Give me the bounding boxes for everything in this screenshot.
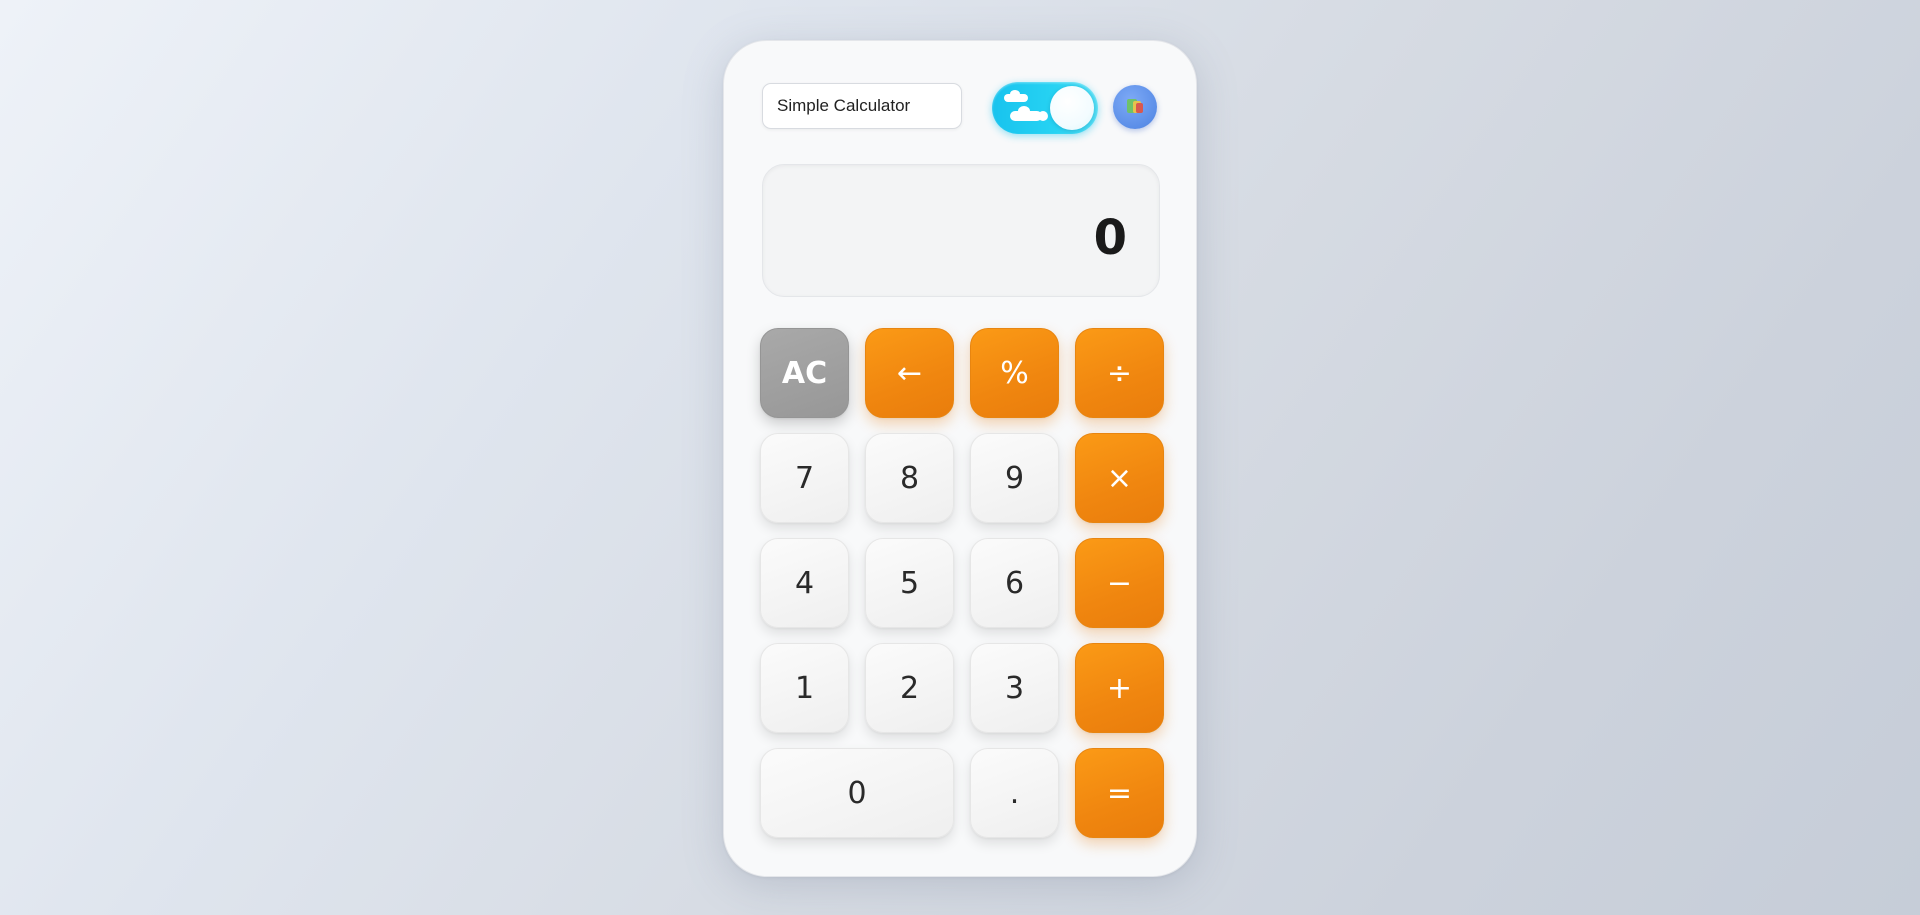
clear-button[interactable]: AC [760, 328, 849, 418]
backspace-button[interactable]: ← [865, 328, 954, 418]
calculator-display: 0 [762, 164, 1160, 297]
digit-8-button[interactable]: 8 [865, 433, 954, 523]
cloud-icon [1010, 106, 1048, 121]
digit-1-button[interactable]: 1 [760, 643, 849, 733]
calculator-panel: Simple Calculator 0 AC ← % ÷ 7 8 9 × 4 5… [723, 40, 1197, 877]
color-palette-button[interactable] [1113, 85, 1157, 129]
digit-2-button[interactable]: 2 [865, 643, 954, 733]
calculator-header: Simple Calculator [762, 82, 1158, 134]
digit-9-button[interactable]: 9 [970, 433, 1059, 523]
digit-4-button[interactable]: 4 [760, 538, 849, 628]
digit-5-button[interactable]: 5 [865, 538, 954, 628]
digit-6-button[interactable]: 6 [970, 538, 1059, 628]
digit-0-button[interactable]: 0 [760, 748, 954, 838]
palette-icon-layer [1136, 103, 1143, 113]
percent-button[interactable]: % [970, 328, 1059, 418]
equals-button[interactable]: = [1075, 748, 1164, 838]
digit-7-button[interactable]: 7 [760, 433, 849, 523]
theme-toggle[interactable] [992, 82, 1098, 134]
cloud-icon [1004, 90, 1028, 102]
divide-button[interactable]: ÷ [1075, 328, 1164, 418]
add-button[interactable]: + [1075, 643, 1164, 733]
multiply-button[interactable]: × [1075, 433, 1164, 523]
digit-3-button[interactable]: 3 [970, 643, 1059, 733]
subtract-button[interactable]: − [1075, 538, 1164, 628]
theme-toggle-knob[interactable] [1050, 86, 1094, 130]
decimal-button[interactable]: . [970, 748, 1059, 838]
calculator-title: Simple Calculator [762, 83, 962, 129]
display-value: 0 [1093, 210, 1127, 266]
